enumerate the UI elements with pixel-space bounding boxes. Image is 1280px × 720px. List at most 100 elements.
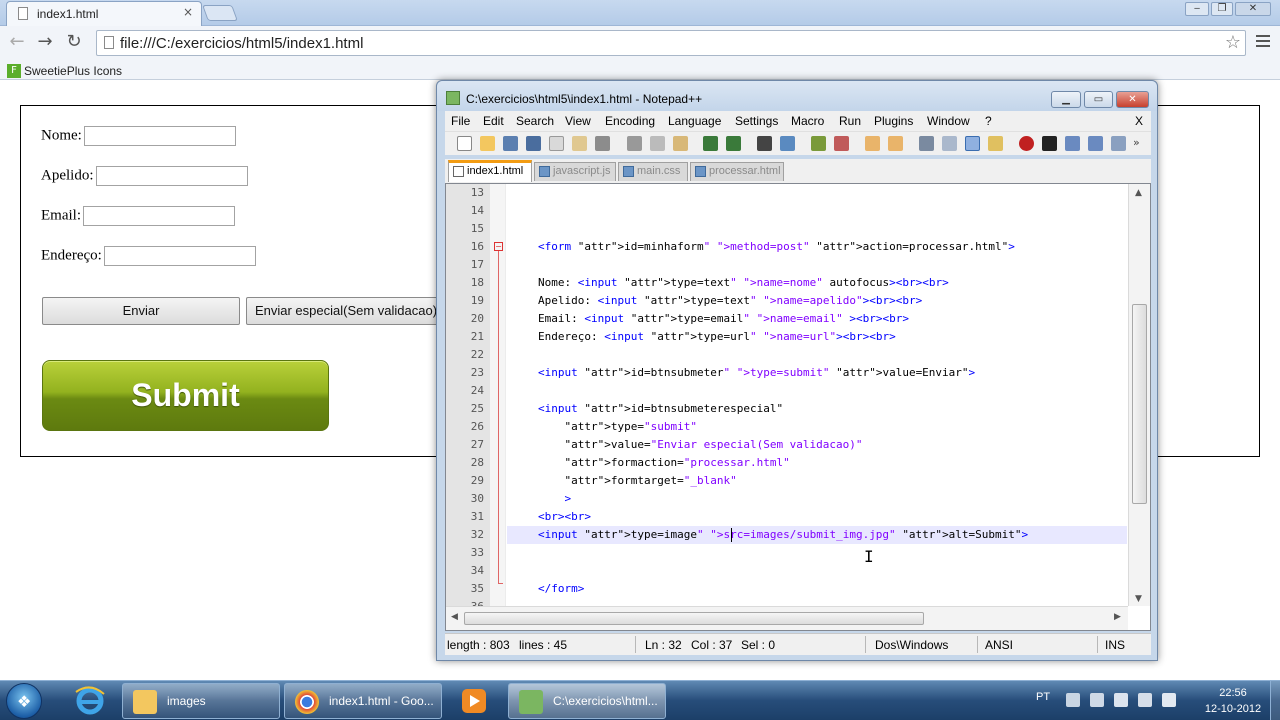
menu-search[interactable]: Search: [516, 114, 554, 128]
new-file-icon[interactable]: [457, 136, 472, 151]
tab-javascript-js[interactable]: javascript.js: [534, 162, 616, 181]
save-macro-icon[interactable]: [1111, 136, 1126, 151]
menu-close-document[interactable]: X: [1135, 114, 1143, 128]
notepadpp-titlebar[interactable]: C:\exercicios\html5\index1.html - Notepa…: [437, 81, 1157, 111]
record-macro-icon[interactable]: [1019, 136, 1034, 151]
code-line[interactable]: "attr">value="Enviar especial(Sem valida…: [538, 438, 863, 451]
indent-guide-icon[interactable]: [965, 136, 980, 151]
replace-icon[interactable]: [780, 136, 795, 151]
code-line[interactable]: Apelido: <input "attr">type=text" ">name…: [538, 294, 922, 307]
tab-index1-html[interactable]: index1.html: [448, 160, 532, 182]
bookmark-star-icon[interactable]: ☆: [1225, 32, 1241, 53]
tray-language[interactable]: PT: [1036, 691, 1050, 703]
undo-icon[interactable]: [703, 136, 718, 151]
copy-icon[interactable]: [650, 136, 665, 151]
menu-file[interactable]: File: [451, 114, 470, 128]
paste-icon[interactable]: [673, 136, 688, 151]
menu-encoding[interactable]: Encoding: [605, 114, 655, 128]
back-arrow-icon[interactable]: ←: [6, 32, 28, 52]
tray-monitor-icon[interactable]: [1138, 693, 1152, 707]
nome-input[interactable]: [83, 126, 236, 146]
endereco-input[interactable]: [103, 246, 256, 266]
enviar-button[interactable]: Enviar: [42, 297, 240, 325]
print-icon[interactable]: [595, 136, 610, 151]
tray-volume-icon[interactable]: [1162, 693, 1176, 707]
word-wrap-icon[interactable]: [919, 136, 934, 151]
code-line[interactable]: >: [538, 492, 571, 505]
apelido-input[interactable]: [95, 166, 248, 186]
menu-plugins[interactable]: Plugins: [874, 114, 913, 128]
npp-maximize-button[interactable]: ▭: [1084, 91, 1113, 108]
start-button[interactable]: ❖: [6, 683, 42, 719]
code-editor[interactable]: 13 14 15 16 17 18 19 20 21 22 23 24 25 26 27 28 29 30 31 32…: [445, 183, 1151, 631]
scroll-right-icon[interactable]: ▶: [1114, 612, 1121, 622]
browser-minimize-button[interactable]: ‒: [1185, 2, 1209, 16]
menu-macro[interactable]: Macro: [791, 114, 824, 128]
code-line[interactable]: <input "attr">type=image" ">src=images/s…: [538, 528, 1028, 541]
browser-tab[interactable]: index1.html ×: [6, 1, 202, 26]
tab-main-css[interactable]: main.css: [618, 162, 688, 181]
redo-icon[interactable]: [726, 136, 741, 151]
tray-clock[interactable]: 22:56 12-10-2012: [1200, 685, 1266, 717]
code-line[interactable]: <input "attr">id=btnsubmeterespecial": [538, 402, 783, 415]
close-file-icon[interactable]: [549, 136, 564, 151]
code-line[interactable]: </form>: [538, 582, 584, 595]
save-icon[interactable]: [503, 136, 518, 151]
code-line[interactable]: <form "attr">id=minhaform" ">method=post…: [538, 240, 1015, 253]
code-line[interactable]: "attr">formaction="processar.html": [538, 456, 790, 469]
menu-language[interactable]: Language: [668, 114, 721, 128]
show-desktop-button[interactable]: [1270, 681, 1280, 720]
menu-window[interactable]: Window: [927, 114, 970, 128]
toolbar-overflow-icon[interactable]: »: [1133, 136, 1148, 151]
show-all-chars-icon[interactable]: [942, 136, 957, 151]
menu-help[interactable]: ?: [985, 114, 992, 128]
code-line[interactable]: "attr">formtarget="_blank": [538, 474, 737, 487]
media-player-icon[interactable]: [450, 684, 498, 718]
scroll-up-icon[interactable]: ▲: [1135, 188, 1142, 198]
scroll-left-icon[interactable]: ◀: [451, 612, 458, 622]
submit-image-button[interactable]: Submit: [42, 360, 329, 431]
tab-close-icon[interactable]: ×: [183, 5, 193, 19]
sync-vertical-icon[interactable]: [865, 136, 880, 151]
bookmark-sweetieplus[interactable]: F SweetiePlus Icons: [7, 63, 122, 78]
forward-arrow-icon[interactable]: →: [34, 32, 56, 52]
sync-horizontal-icon[interactable]: [888, 136, 903, 151]
code-line[interactable]: <input "attr">id=btnsubmeter" ">type=sub…: [538, 366, 975, 379]
code-line[interactable]: Email: <input "attr">type=email" ">name=…: [538, 312, 909, 325]
vertical-scroll-thumb[interactable]: [1132, 304, 1147, 504]
code-line[interactable]: Nome: <input "attr">type=text" ">name=no…: [538, 276, 949, 289]
close-all-icon[interactable]: [572, 136, 587, 151]
npp-close-button[interactable]: ✕: [1116, 91, 1149, 108]
tray-flag-icon[interactable]: [1114, 693, 1128, 707]
email-input[interactable]: [83, 206, 235, 226]
menu-icon[interactable]: [1256, 35, 1270, 50]
horizontal-scrollbar[interactable]: ◀ ▶: [446, 606, 1128, 630]
taskbar-images-folder[interactable]: images: [122, 683, 280, 719]
open-file-icon[interactable]: [480, 136, 495, 151]
code-line[interactable]: Endereço: <input "attr">type=url" ">name…: [538, 330, 896, 343]
tab-processar-html[interactable]: processar.html: [690, 162, 784, 181]
browser-maximize-button[interactable]: ❐: [1211, 2, 1233, 16]
enviar-especial-button[interactable]: Enviar especial(Sem validacao): [246, 297, 446, 325]
menu-settings[interactable]: Settings: [735, 114, 778, 128]
zoom-out-icon[interactable]: [834, 136, 849, 151]
doc-map-icon[interactable]: [988, 136, 1003, 151]
address-bar[interactable]: file:///C:/exercicios/html5/index1.html …: [96, 30, 1246, 56]
horizontal-scroll-thumb[interactable]: [464, 612, 924, 625]
zoom-in-icon[interactable]: [811, 136, 826, 151]
run-macro-multiple-icon[interactable]: [1088, 136, 1103, 151]
find-icon[interactable]: [757, 136, 772, 151]
menu-edit[interactable]: Edit: [483, 114, 504, 128]
code-line[interactable]: "attr">type="submit": [538, 420, 697, 433]
vertical-scrollbar[interactable]: ▲ ▼: [1128, 184, 1150, 606]
fold-collapse-icon[interactable]: −: [494, 242, 503, 251]
tray-network-icon[interactable]: [1066, 693, 1080, 707]
menu-view[interactable]: View: [565, 114, 591, 128]
reload-icon[interactable]: ↻: [63, 32, 85, 52]
taskbar-notepadpp[interactable]: C:\exercicios\html...: [508, 683, 666, 719]
menu-run[interactable]: Run: [839, 114, 861, 128]
play-macro-icon[interactable]: [1065, 136, 1080, 151]
stop-macro-icon[interactable]: [1042, 136, 1057, 151]
taskbar-chrome[interactable]: index1.html - Goo...: [284, 683, 442, 719]
internet-explorer-icon[interactable]: [66, 684, 114, 718]
